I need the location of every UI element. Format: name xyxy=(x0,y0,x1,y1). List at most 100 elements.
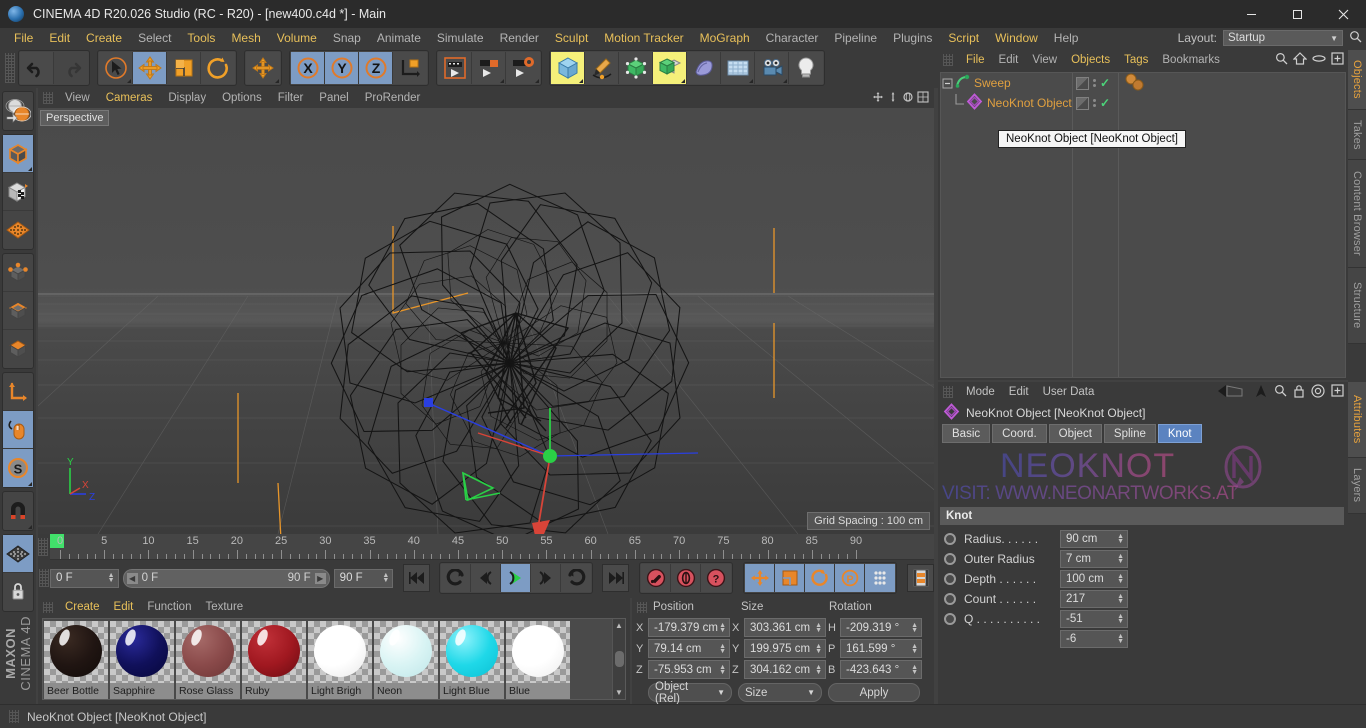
spinner-icon[interactable]: ▲ ▼ xyxy=(1117,533,1125,545)
go-to-end-button[interactable] xyxy=(602,564,630,592)
step-forward-button[interactable] xyxy=(531,564,562,592)
timeline-ruler[interactable]: 0 5 10 15 20 25 30 35 40 45 50 55 60 65 70 75 80 85 90 xyxy=(38,534,934,560)
vtab-layers[interactable]: Layers xyxy=(1348,458,1366,514)
viewport-solo-button[interactable] xyxy=(3,411,33,449)
size-z-field[interactable]: 304.162 cm ▲ ▼ xyxy=(744,660,826,679)
tab-coord[interactable]: Coord. xyxy=(992,424,1047,443)
menu-help[interactable]: Help xyxy=(1046,28,1087,48)
viewport-menu-cameras[interactable]: Cameras xyxy=(98,92,161,104)
render-view-button[interactable] xyxy=(438,52,472,84)
history-back-icon[interactable] xyxy=(1216,384,1248,401)
spinner-icon[interactable]: ▲ ▼ xyxy=(719,643,727,655)
render-settings-button[interactable] xyxy=(506,52,540,84)
spinner-icon[interactable]: ▲ ▼ xyxy=(815,643,823,655)
menu-create[interactable]: Create xyxy=(78,28,130,48)
scroll-down-icon[interactable]: ▼ xyxy=(615,686,623,699)
viewport-menu-view[interactable]: View xyxy=(57,92,98,104)
add-spline-button[interactable] xyxy=(585,52,619,84)
move-tool-button[interactable] xyxy=(133,52,167,84)
size-y-field[interactable]: 199.975 cm ▲ ▼ xyxy=(744,639,826,658)
spinner-icon[interactable]: ▲ ▼ xyxy=(1117,613,1125,625)
render-region-button[interactable] xyxy=(472,52,506,84)
rotation-h-field[interactable]: -209.319 ° ▲ ▼ xyxy=(840,618,922,637)
workplane-toggle-button[interactable] xyxy=(3,535,33,573)
pin-arrow-icon[interactable] xyxy=(1254,384,1268,401)
material-tag-icon[interactable] xyxy=(1124,73,1150,94)
spinner-icon[interactable]: ▲ ▼ xyxy=(1117,593,1125,605)
object-menu-edit[interactable]: Edit xyxy=(992,54,1026,66)
workplane-mode-button[interactable] xyxy=(3,211,33,249)
enable-checkmark-icon[interactable]: ✓ xyxy=(1100,96,1110,110)
autokey-button[interactable] xyxy=(671,564,702,592)
tab-object[interactable]: Object xyxy=(1048,424,1102,443)
menu-snap[interactable]: Snap xyxy=(325,28,369,48)
scrollbar-thumb[interactable] xyxy=(614,651,624,667)
new-view-icon[interactable] xyxy=(1331,52,1344,68)
rotation-b-field[interactable]: -423.643 ° ▲ ▼ xyxy=(840,660,922,679)
attributes-menu-mode[interactable]: Mode xyxy=(959,386,1002,398)
z-axis-lock-button[interactable]: Z xyxy=(359,52,393,84)
apply-button[interactable]: Apply xyxy=(828,683,920,702)
count-field[interactable]: 217 ▲ ▼ xyxy=(1060,590,1128,608)
maximize-button[interactable] xyxy=(1274,0,1320,28)
step-back-button[interactable] xyxy=(471,564,502,592)
menu-pipeline[interactable]: Pipeline xyxy=(826,28,885,48)
expand-collapse-icon[interactable] xyxy=(941,78,954,89)
spinner-icon[interactable]: ▲ ▼ xyxy=(1117,573,1125,585)
tab-spline[interactable]: Spline xyxy=(1103,424,1156,443)
home-icon[interactable] xyxy=(1292,52,1308,68)
spinner-icon[interactable]: ▲ ▼ xyxy=(911,664,919,676)
timeline-grip[interactable] xyxy=(38,538,48,556)
current-frame-field[interactable]: 0 F ▲ ▼ xyxy=(50,568,119,588)
material-scrollbar[interactable]: ▲ ▼ xyxy=(612,619,625,699)
object-row-neoknot[interactable]: NeoKnot Object xyxy=(941,93,1072,113)
q-radio-icon[interactable] xyxy=(944,613,956,625)
attributes-grip[interactable] xyxy=(943,386,953,398)
maximize-view-icon[interactable] xyxy=(917,90,929,106)
material-item[interactable]: Light Blue xyxy=(440,621,504,699)
timeline-view-button[interactable] xyxy=(907,564,935,592)
object-menu-view[interactable]: View xyxy=(1025,54,1064,66)
material-item[interactable]: Rose Glass xyxy=(176,621,240,699)
object-menu-bookmarks[interactable]: Bookmarks xyxy=(1155,54,1227,66)
material-menu-grip[interactable] xyxy=(43,601,53,613)
position-y-field[interactable]: 79.14 cm ▲ ▼ xyxy=(648,639,730,658)
q-field[interactable]: -51 ▲ ▼ xyxy=(1060,610,1128,628)
magnet-tool-button[interactable] xyxy=(3,492,33,530)
spinner-icon[interactable]: ▲ ▼ xyxy=(1117,553,1125,565)
menu-render[interactable]: Render xyxy=(492,28,547,48)
radius-radio-icon[interactable] xyxy=(944,533,956,545)
spinner-icon[interactable]: ▲ ▼ xyxy=(382,572,390,584)
menu-simulate[interactable]: Simulate xyxy=(429,28,492,48)
toolbar-grip[interactable] xyxy=(5,53,15,83)
position-z-field[interactable]: -75.953 cm ▲ ▼ xyxy=(648,660,730,679)
select-tool-button[interactable] xyxy=(99,52,133,84)
menu-tools[interactable]: Tools xyxy=(179,28,223,48)
viewport-menu-grip[interactable] xyxy=(43,92,53,104)
viewport-menu-display[interactable]: Display xyxy=(160,92,214,104)
menu-mograph[interactable]: MoGraph xyxy=(692,28,758,48)
snap-settings-button[interactable]: S xyxy=(3,449,33,487)
coordinates-grip[interactable] xyxy=(637,601,647,613)
edges-mode-button[interactable] xyxy=(3,292,33,330)
depth-field[interactable]: 100 cm ▲ ▼ xyxy=(1060,570,1128,588)
vtab-content-browser[interactable]: Content Browser xyxy=(1348,160,1366,268)
spinner-icon[interactable]: ▲ ▼ xyxy=(108,572,116,584)
target-icon[interactable] xyxy=(1311,383,1325,401)
menu-motion-tracker[interactable]: Motion Tracker xyxy=(596,28,691,48)
ellipse-icon[interactable] xyxy=(1312,52,1326,68)
visibility-dots-icon[interactable] xyxy=(1093,99,1096,107)
status-bar-grip[interactable] xyxy=(9,710,19,723)
model-mode-button[interactable] xyxy=(3,135,33,173)
scroll-up-icon[interactable]: ▲ xyxy=(615,619,623,632)
add-cube-button[interactable] xyxy=(551,52,585,84)
end-frame-field[interactable]: 90 F ▲ ▼ xyxy=(333,568,394,588)
editor-visibility-icon[interactable] xyxy=(1076,76,1089,90)
menu-edit[interactable]: Edit xyxy=(41,28,78,48)
object-menu-file[interactable]: File xyxy=(959,54,992,66)
object-menu-tags[interactable]: Tags xyxy=(1117,54,1155,66)
spinner-icon[interactable]: ▲ ▼ xyxy=(719,664,727,676)
play-reverse-loop-button[interactable] xyxy=(441,564,472,592)
polygons-mode-button[interactable] xyxy=(3,330,33,368)
menu-script[interactable]: Script xyxy=(940,28,987,48)
